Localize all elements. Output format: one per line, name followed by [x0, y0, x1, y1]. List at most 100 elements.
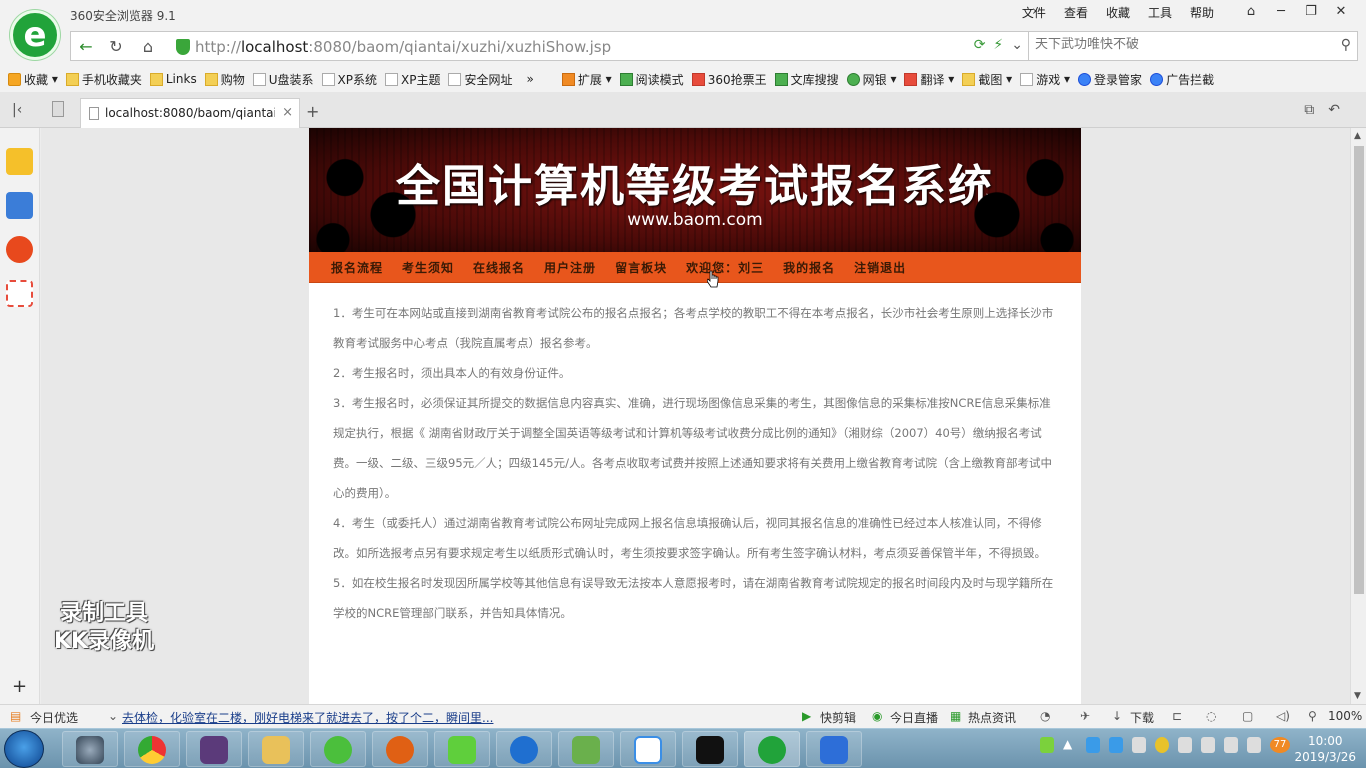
taskbar-app-10[interactable] [620, 731, 676, 767]
taskbar-intellij[interactable] [682, 731, 738, 767]
address-bar[interactable]: ← ↻ ⌂ http://localhost:8080/baom/qiantai… [70, 31, 1030, 61]
tray-app-icon[interactable] [1132, 737, 1146, 753]
bookmark-shopping[interactable]: 购物 [204, 71, 245, 88]
minimize-icon[interactable]: ─ [1266, 2, 1296, 22]
bookmark-usb[interactable]: U盘装系 [252, 71, 314, 88]
taskbar-wps[interactable] [806, 731, 862, 767]
volume-icon[interactable]: ◁) [1276, 709, 1290, 723]
today-pick[interactable]: 今日优选 [30, 709, 78, 726]
taskbar-app-9[interactable] [558, 731, 614, 767]
hot-news[interactable]: 热点资讯 [968, 709, 1016, 726]
sidebar-add-icon[interactable]: + [12, 676, 27, 697]
compat-mode-icon[interactable]: ⟳ [974, 37, 986, 53]
undo-close-icon[interactable]: ↶ [1328, 102, 1340, 118]
bookmark-links[interactable]: Links [149, 72, 197, 86]
nav-online-registration[interactable]: 在线报名 [473, 259, 525, 276]
taskbar-teamviewer[interactable] [496, 731, 552, 767]
home-icon[interactable]: ⌂ [137, 37, 159, 57]
new-tab-icon[interactable]: + [306, 102, 319, 121]
favorites-star-icon[interactable] [6, 148, 33, 175]
taskbar-app-6[interactable] [372, 731, 428, 767]
scrollbar-thumb[interactable] [1354, 146, 1364, 594]
more-bookmarks-icon[interactable]: » [526, 72, 533, 86]
browser-logo-icon[interactable]: e [10, 10, 60, 60]
restore-tabs-icon[interactable]: ⧉ [1304, 102, 1314, 118]
bookmark-favorites[interactable]: 收藏 ▾ [8, 71, 58, 88]
dropdown-icon[interactable]: ⌄ [1011, 37, 1023, 53]
taskbar-360browser[interactable] [744, 731, 800, 767]
scroll-down-icon[interactable]: ▼ [1354, 691, 1361, 701]
window-icon[interactable]: ▢ [1242, 709, 1253, 723]
nav-registration-process[interactable]: 报名流程 [331, 259, 383, 276]
menu-favorites[interactable]: 收藏 [1104, 4, 1132, 21]
tray-device-icon[interactable] [1224, 737, 1238, 753]
screen-icon[interactable]: ⊏ [1172, 709, 1182, 723]
bookmark-xp-system[interactable]: XP系统 [321, 71, 377, 88]
tray-sound-icon[interactable] [1247, 737, 1261, 753]
badge-icon[interactable]: 77 [1270, 737, 1290, 753]
bookmark-xp-theme[interactable]: XP主题 [384, 71, 440, 88]
close-icon[interactable]: ✕ [1326, 2, 1356, 22]
vertical-scrollbar[interactable]: ▲ ▼ [1350, 128, 1366, 704]
mail-icon[interactable] [6, 280, 33, 307]
search-input[interactable] [1035, 37, 1325, 52]
nav-logout[interactable]: 注销退出 [854, 259, 906, 276]
tab-list-icon[interactable] [52, 101, 64, 117]
speed-mode-icon[interactable]: ⚡ [993, 37, 1003, 53]
reading-list-icon[interactable] [6, 192, 33, 219]
taskbar-app-5[interactable] [310, 731, 366, 767]
menu-view[interactable]: 查看 [1062, 4, 1090, 21]
network-icon[interactable] [1178, 737, 1192, 753]
volume-tray-icon[interactable] [1201, 737, 1215, 753]
ext-login[interactable]: 登录管家 [1078, 71, 1142, 88]
search-box[interactable]: ⚲ [1028, 31, 1358, 61]
ext-bank[interactable]: 网银 ▾ [846, 71, 896, 88]
clock[interactable]: 10:00 2019/3/26 [1294, 733, 1356, 765]
tab-scroll-left-icon[interactable]: |‹ [12, 102, 22, 118]
taskbar-chrome[interactable] [124, 731, 180, 767]
ext-extensions[interactable]: 扩展 ▾ [561, 71, 612, 88]
tray-360-icon[interactable] [1155, 737, 1169, 753]
news-ticker[interactable]: 去体检，化验室在二楼，刚好电梯来了就进去了，按了个二，瞬间里... [122, 709, 493, 726]
speed-icon[interactable]: ◔ [1040, 709, 1050, 723]
ext-adblock[interactable]: 广告拦截 [1150, 71, 1214, 88]
taskbar-app-1[interactable] [62, 731, 118, 767]
tab-close-icon[interactable]: × [282, 105, 293, 120]
url-text[interactable]: http://localhost:8080/baom/qiantai/xuzhi… [195, 38, 611, 56]
taskbar-explorer[interactable] [248, 731, 304, 767]
nav-user-register[interactable]: 用户注册 [544, 259, 596, 276]
back-icon[interactable]: ← [75, 37, 97, 57]
tab-active[interactable]: localhost:8080/baom/qiantai/ × [80, 98, 300, 128]
menu-tools[interactable]: 工具 [1146, 4, 1174, 21]
tray-star-icon[interactable] [1086, 737, 1100, 753]
ext-translate[interactable]: 翻译 ▾ [904, 71, 954, 88]
zoom-level[interactable]: 100% [1328, 709, 1362, 723]
bookmark-mobile[interactable]: 手机收藏夹 [65, 71, 142, 88]
nav-message-board[interactable]: 留言板块 [615, 259, 667, 276]
taskbar-wechat[interactable] [434, 731, 490, 767]
skin-icon[interactable]: ⌂ [1236, 2, 1266, 22]
downloads[interactable]: 下载 [1130, 709, 1154, 726]
today-pick-icon[interactable]: ▤ [10, 709, 21, 723]
scroll-up-icon[interactable]: ▲ [1354, 131, 1361, 141]
refresh-icon[interactable]: ↻ [105, 37, 127, 57]
ext-games[interactable]: 游戏 ▾ [1020, 71, 1070, 88]
menu-file[interactable]: 文件 [1020, 4, 1048, 21]
tray-up-icon[interactable]: ▲ [1063, 737, 1077, 753]
nav-my-registration[interactable]: 我的报名 [783, 259, 835, 276]
zoom-icon[interactable]: ⚲ [1308, 709, 1317, 723]
search-icon[interactable]: ⚲ [1341, 37, 1351, 53]
ext-reading[interactable]: 阅读模式 [619, 71, 684, 88]
tray-star2-icon[interactable] [1109, 737, 1123, 753]
ext-docsearch[interactable]: 文库搜搜 [774, 71, 839, 88]
ext-screenshot[interactable]: 截图 ▾ [962, 71, 1012, 88]
pin-icon[interactable]: ✈ [1080, 709, 1090, 723]
live-today[interactable]: 今日直播 [890, 709, 938, 726]
maximize-icon[interactable]: ❐ [1296, 2, 1326, 22]
taskbar-javaee[interactable] [186, 731, 242, 767]
start-button[interactable] [4, 730, 44, 768]
weibo-icon[interactable] [6, 236, 33, 263]
bookmark-safe-sites[interactable]: 安全网址 [448, 71, 512, 88]
menu-help[interactable]: 帮助 [1188, 4, 1216, 21]
ext-ticket[interactable]: 360抢票王 [691, 71, 767, 88]
